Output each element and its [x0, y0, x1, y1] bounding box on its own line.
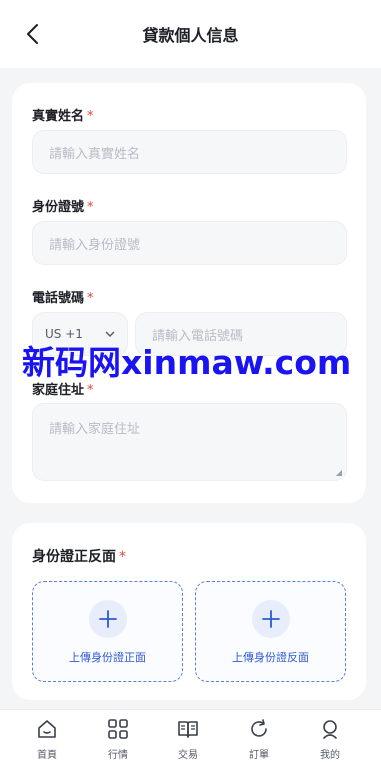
address-input-placeholder: 請輸入家庭住址	[49, 422, 141, 437]
plus-icon	[89, 600, 127, 638]
phone-label-text: 電話號碼	[32, 291, 85, 306]
upload-id-back-label: 上傳身份證反面	[232, 651, 309, 664]
tab-orders-label: 訂單	[249, 750, 269, 761]
home-icon	[38, 720, 56, 738]
required-mark: *	[87, 200, 94, 215]
upload-id-front-label: 上傳身份證正面	[69, 651, 146, 664]
id-upload-card: 身份證正反面 * 上傳身份證正面 上傳身份證反面	[12, 523, 366, 700]
required-mark: *	[87, 109, 94, 124]
id-upload-title-text: 身份證正反面	[32, 549, 116, 565]
tab-me[interactable]: 我的	[300, 718, 360, 761]
tab-me-label: 我的	[320, 750, 340, 761]
plus-icon	[252, 600, 290, 638]
tab-market-label: 行情	[108, 750, 128, 761]
required-mark: *	[119, 549, 126, 565]
tab-trade[interactable]: 交易	[158, 718, 218, 761]
id-number-label: 身份證號 *	[32, 196, 94, 215]
required-mark: *	[87, 383, 94, 398]
upload-id-back-button[interactable]: 上傳身份證反面	[195, 581, 346, 682]
top-navigation-bar: 貸款個人信息	[0, 0, 381, 68]
user-icon	[323, 720, 337, 739]
name-input[interactable]: 請輸入真實姓名	[32, 130, 347, 174]
book-icon	[178, 721, 198, 738]
watermark-text: 新码网xinmaw.com	[22, 343, 352, 382]
required-mark: *	[87, 291, 94, 306]
id-number-input[interactable]: 請輸入身份證號	[32, 221, 347, 265]
upload-id-front-button[interactable]: 上傳身份證正面	[32, 581, 183, 682]
tab-orders[interactable]: 訂單	[229, 718, 289, 761]
name-label: 真實姓名 *	[32, 105, 94, 124]
id-number-label-text: 身份證號	[32, 200, 85, 215]
address-textarea[interactable]: 請輸入家庭住址 ◢	[32, 403, 347, 481]
name-label-text: 真實姓名	[32, 109, 85, 124]
resize-handle-icon[interactable]: ◢	[336, 468, 342, 477]
grid-icon	[108, 719, 128, 739]
page-title: 貸款個人信息	[142, 26, 239, 45]
address-label-text: 家庭住址	[32, 383, 85, 398]
tab-trade-label: 交易	[178, 750, 198, 761]
name-input-placeholder: 請輸入真實姓名	[49, 146, 141, 162]
id-number-input-placeholder: 請輸入身份證號	[49, 237, 141, 253]
tab-home[interactable]: 首頁	[17, 718, 77, 761]
refresh-icon	[251, 719, 267, 737]
phone-label: 電話號碼 *	[32, 287, 94, 306]
personal-info-card: 真實姓名 * 請輸入真實姓名 身份證號 * 請輸入身份證號 電話號碼 * US +1 …	[12, 83, 366, 503]
bottom-tab-bar: 首頁 行情 交易 訂單 我的	[0, 709, 381, 772]
tab-home-label: 首頁	[37, 750, 57, 761]
tab-market[interactable]: 行情	[88, 718, 148, 761]
id-upload-title: 身份證正反面 *	[32, 546, 126, 566]
